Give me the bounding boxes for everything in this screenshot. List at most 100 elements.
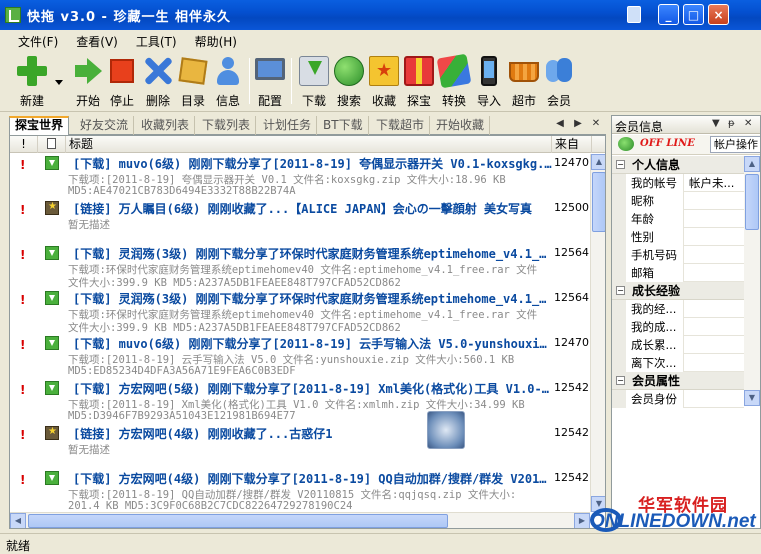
header-type-icon[interactable] <box>38 136 66 153</box>
property-row[interactable]: 我的经... <box>612 300 744 318</box>
header-source[interactable]: 来自 <box>552 136 592 153</box>
download-icon <box>45 381 59 395</box>
property-row[interactable]: 手机号码 <box>612 246 744 264</box>
property-key: 离下次... <box>612 354 684 372</box>
trash-icon[interactable] <box>627 6 641 23</box>
property-row[interactable]: 我的成... <box>612 318 744 336</box>
status-bar: 就绪 <box>0 533 761 554</box>
list-item[interactable]: ! [下载] muvo(6级) 刚刚下载分享了[2011-8-19] 云手写输入法… <box>10 334 590 379</box>
property-value[interactable] <box>686 246 746 264</box>
tab-bt-download[interactable]: BT下载 <box>318 116 369 135</box>
scroll-left-icon[interactable]: ◀ <box>10 513 26 528</box>
stop-icon <box>110 59 134 83</box>
priority-icon: ! <box>20 473 26 487</box>
property-row[interactable]: 昵称 <box>612 192 744 210</box>
property-row[interactable]: 年龄 <box>612 210 744 228</box>
item-title[interactable]: [下载] 方宏网吧(5级) 刚刚下载分享了[2011-8-19] Xml美化(格… <box>73 380 553 397</box>
close-button[interactable]: × <box>708 4 729 25</box>
property-value[interactable] <box>686 300 746 318</box>
list-horizontal-scrollbar[interactable]: ◀ ▶ <box>10 512 590 528</box>
item-title[interactable]: [下载] muvo(6级) 刚刚下载分享了[2011-8-19] 云手写输入法 … <box>73 335 553 352</box>
property-row[interactable]: 邮箱 <box>612 264 744 282</box>
panel-vertical-scrollbar[interactable]: ▲ ▼ <box>744 156 760 406</box>
tab-scheduled[interactable]: 计划任务 <box>258 116 318 135</box>
tab-start-collect[interactable]: 开始收藏 <box>431 116 491 135</box>
item-title[interactable]: [下载] 方宏网吧(4级) 刚刚下载分享了[2011-8-19] QQ自动加群/… <box>73 470 553 487</box>
scroll-thumb[interactable] <box>745 174 759 230</box>
property-row[interactable]: 成长累... <box>612 336 744 354</box>
tab-friends[interactable]: 好友交流 <box>75 116 135 135</box>
property-value[interactable] <box>686 264 746 282</box>
item-source: 12542 <box>554 471 589 484</box>
menu-file[interactable]: 文件(F) <box>18 33 58 50</box>
property-value[interactable] <box>686 354 746 372</box>
tab-favorites[interactable]: 收藏列表 <box>136 116 196 135</box>
scroll-down-icon[interactable]: ▼ <box>744 390 760 406</box>
scroll-up-icon[interactable]: ▲ <box>591 154 605 170</box>
list-rows: ! [下载] muvo(6级) 刚刚下载分享了[2011-8-19] 夸偶显示器开… <box>10 154 590 528</box>
property-row[interactable]: 我的帐号 帐户未... <box>612 174 744 192</box>
header-priority[interactable]: ! <box>10 136 38 153</box>
menu-help[interactable]: 帮助(H) <box>195 33 237 50</box>
list-item[interactable]: ! [下载] 方宏网吧(4级) 刚刚下载分享了[2011-8-19] QQ自动加群… <box>10 469 590 514</box>
property-row[interactable]: 会员身份 <box>612 390 744 408</box>
member-button[interactable]: 会员 <box>541 54 577 108</box>
item-title[interactable]: [链接] 方宏网吧(4级) 刚刚收藏了...古惑仔1 <box>73 425 553 442</box>
tab-scroll-right-icon[interactable]: ▶ <box>570 116 586 132</box>
scroll-up-icon[interactable]: ▲ <box>744 156 760 172</box>
property-value[interactable] <box>686 228 746 246</box>
info-button[interactable]: 信息 <box>210 54 246 108</box>
new-dropdown-arrow-icon[interactable] <box>55 80 63 85</box>
list-item[interactable]: ! [链接] 方宏网吧(4级) 刚刚收藏了...古惑仔112542 暂无描述 <box>10 424 590 469</box>
item-title[interactable]: [链接] 万人瞩目(6级) 刚刚收藏了...【ALICE JAPAN】会心の一擊… <box>73 200 553 217</box>
download-icon <box>45 336 59 350</box>
item-title[interactable]: [下载] 灵润殇(3级) 刚刚下载分享了环保时代家庭财务管理系统eptimeho… <box>73 290 553 307</box>
collapse-icon[interactable]: − <box>616 160 625 169</box>
collapse-icon[interactable]: − <box>616 376 625 385</box>
property-section[interactable]: − 个人信息 <box>612 156 744 174</box>
watermark-logo: 华军软件园 ONLINEDOWN.net <box>590 488 761 538</box>
menu-view[interactable]: 查看(V) <box>76 33 118 50</box>
property-section[interactable]: − 会员属性 <box>612 372 744 390</box>
scroll-right-icon[interactable]: ▶ <box>574 513 590 528</box>
list-item[interactable]: ! [下载] 灵润殇(3级) 刚刚下载分享了环保时代家庭财务管理系统eptimeh… <box>10 289 590 334</box>
tab-treasure-world[interactable]: 探宝世界 <box>9 116 70 136</box>
collapse-icon[interactable]: − <box>616 286 625 295</box>
account-operation-button[interactable]: 帐户操作 <box>710 136 760 153</box>
list-item[interactable]: ! [链接] 万人瞩目(6级) 刚刚收藏了...【ALICE JAPAN】会心の一… <box>10 199 590 244</box>
property-value[interactable] <box>686 336 746 354</box>
scroll-thumb[interactable] <box>592 172 605 232</box>
list-vertical-scrollbar[interactable]: ▲ ▼ <box>590 154 605 512</box>
item-title[interactable]: [下载] muvo(6级) 刚刚下载分享了[2011-8-19] 夸偶显示器开关… <box>73 155 553 172</box>
property-value[interactable] <box>686 318 746 336</box>
menu-tools[interactable]: 工具(T) <box>136 33 177 50</box>
property-row[interactable]: 离下次... <box>612 354 744 372</box>
tab-download-market[interactable]: 下载超市 <box>371 116 431 135</box>
property-key: 我的成... <box>612 318 684 336</box>
header-title[interactable]: 标题 <box>66 136 552 153</box>
maximize-button[interactable]: □ <box>683 4 704 25</box>
config-button[interactable]: 配置 <box>252 54 288 108</box>
scroll-thumb[interactable] <box>28 514 448 528</box>
property-section[interactable]: − 成长经验 <box>612 282 744 300</box>
tab-scroll-left-icon[interactable]: ◀ <box>552 116 568 132</box>
property-key: 邮箱 <box>612 264 684 282</box>
property-key: 年龄 <box>612 210 684 228</box>
property-value[interactable]: 帐户未... <box>686 174 746 192</box>
list-item[interactable]: ! [下载] muvo(6级) 刚刚下载分享了[2011-8-19] 夸偶显示器开… <box>10 154 590 199</box>
property-value[interactable] <box>686 390 746 408</box>
tab-downloads[interactable]: 下载列表 <box>197 116 257 135</box>
tab-close-icon[interactable]: ✕ <box>588 116 604 132</box>
property-value[interactable] <box>686 192 746 210</box>
panel-close-icon[interactable]: ✕ <box>744 118 752 129</box>
list-item[interactable]: ! [下载] 方宏网吧(5级) 刚刚下载分享了[2011-8-19] Xml美化(… <box>10 379 590 424</box>
item-title[interactable]: [下载] 灵润殇(3级) 刚刚下载分享了环保时代家庭财务管理系统eptimeho… <box>73 245 553 262</box>
property-row[interactable]: 性别 <box>612 228 744 246</box>
list-item[interactable]: ! [下载] 灵润殇(3级) 刚刚下载分享了环保时代家庭财务管理系统eptimeh… <box>10 244 590 289</box>
panel-dropdown-icon[interactable]: ▼ <box>712 118 720 129</box>
property-key: 手机号码 <box>612 246 684 264</box>
pin-icon[interactable]: ᵽ <box>728 118 735 129</box>
property-value[interactable] <box>686 210 746 228</box>
new-button[interactable]: 新建 <box>14 54 50 108</box>
minimize-button[interactable]: _ <box>658 4 679 25</box>
